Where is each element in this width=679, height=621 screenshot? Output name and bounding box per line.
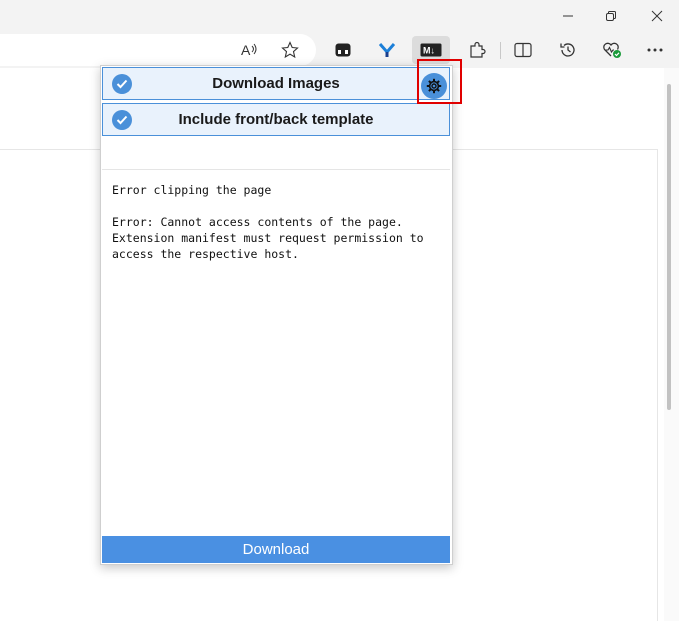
- favorite-button[interactable]: [275, 36, 305, 64]
- favorite-star-icon: [281, 41, 299, 59]
- page-border: [657, 149, 658, 621]
- download-button[interactable]: Download: [102, 536, 450, 563]
- history-icon: [560, 43, 575, 57]
- minimize-icon: [563, 15, 573, 17]
- extension-button-2[interactable]: [372, 36, 402, 64]
- highlight-annotation: [417, 59, 462, 104]
- extension-button-1[interactable]: [328, 36, 358, 64]
- scrollbar-thumb[interactable]: [667, 84, 671, 410]
- split-screen-button[interactable]: [508, 36, 538, 64]
- log-line: Error: Cannot access contents of the pag…: [112, 215, 403, 229]
- option-include-template[interactable]: Include front/back template: [102, 103, 450, 136]
- error-log: Error clipping the page Error: Cannot acc…: [112, 182, 442, 262]
- extensions-button[interactable]: [462, 36, 492, 64]
- browser-toolbar: A M↓: [0, 32, 679, 69]
- extension-icon: [335, 43, 351, 57]
- extension-y-icon: [379, 43, 395, 57]
- log-line: Extension manifest must request permissi…: [112, 231, 424, 245]
- title-bar: [0, 0, 679, 32]
- markdown-extension-icon: M↓: [420, 43, 442, 57]
- check-icon: [112, 74, 132, 94]
- log-line: Error clipping the page: [112, 183, 272, 197]
- toolbar-separator: [500, 42, 501, 59]
- check-icon: [112, 110, 132, 130]
- svg-text:M↓: M↓: [423, 46, 435, 56]
- log-line: access the respective host.: [112, 247, 299, 261]
- split-screen-icon: [514, 42, 532, 58]
- blank-input-area[interactable]: [102, 139, 450, 170]
- restore-button[interactable]: [588, 0, 634, 32]
- extension-popup: Download Images Include front/back templ…: [100, 65, 453, 565]
- option-download-images[interactable]: Download Images: [102, 67, 450, 100]
- close-icon: [651, 10, 663, 22]
- extensions-puzzle-icon: [470, 41, 486, 58]
- minimize-button[interactable]: [545, 0, 591, 32]
- address-bar[interactable]: A: [0, 34, 316, 66]
- read-aloud-icon: A: [241, 42, 257, 58]
- restore-icon: [606, 11, 616, 21]
- browser-essentials-button[interactable]: [597, 36, 627, 64]
- svg-text:A: A: [241, 42, 251, 58]
- option-label: Include front/back template: [178, 111, 374, 128]
- close-button[interactable]: [634, 0, 679, 32]
- browser-essentials-icon: [603, 42, 621, 58]
- history-button[interactable]: [553, 36, 583, 64]
- more-menu-icon: [647, 48, 663, 52]
- more-menu-button[interactable]: [640, 36, 670, 64]
- read-aloud-button[interactable]: A: [235, 36, 265, 64]
- option-label: Download Images: [212, 75, 340, 92]
